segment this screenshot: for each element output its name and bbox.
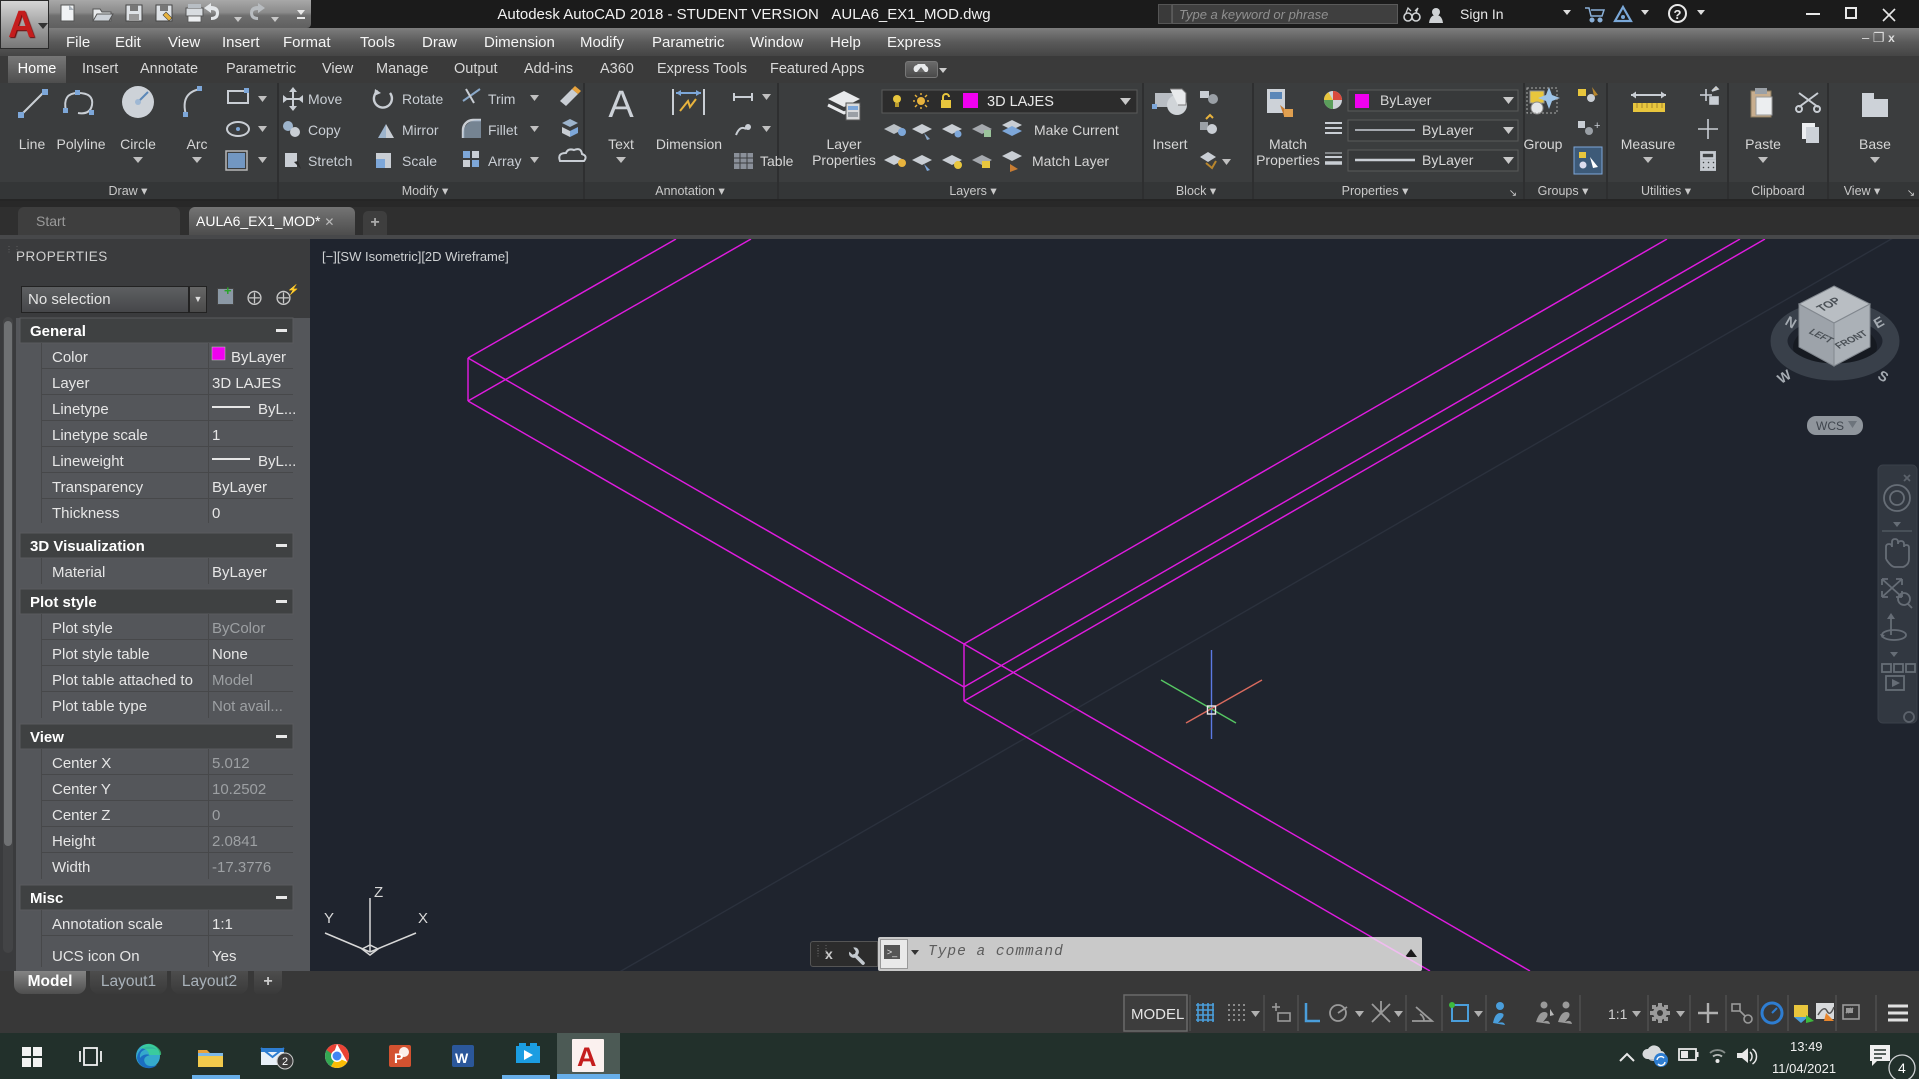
svg-text:Misc: Misc xyxy=(30,890,63,907)
svg-text:Utilities ▾: Utilities ▾ xyxy=(1641,184,1692,198)
svg-text:Match: Match xyxy=(1269,136,1307,152)
svg-text:-17.3776: -17.3776 xyxy=(212,859,271,876)
svg-text:0: 0 xyxy=(212,807,220,824)
svg-text:Yes: Yes xyxy=(212,948,236,965)
svg-text:Stretch: Stretch xyxy=(308,153,352,169)
svg-text:Center Y: Center Y xyxy=(52,781,111,798)
svg-text:Center X: Center X xyxy=(52,755,111,772)
svg-text:Plot style: Plot style xyxy=(30,594,97,611)
svg-text:Array: Array xyxy=(488,153,521,169)
svg-text:Plot style table: Plot style table xyxy=(52,646,150,663)
svg-text:2.0841: 2.0841 xyxy=(212,833,258,850)
svg-text:Match Layer: Match Layer xyxy=(1032,153,1109,169)
svg-text:1:1: 1:1 xyxy=(1608,1006,1628,1022)
svg-text:ByColor: ByColor xyxy=(212,620,265,637)
svg-text:Base: Base xyxy=(1859,136,1891,152)
svg-text:MODEL: MODEL xyxy=(1131,1006,1184,1023)
svg-text:Plot style: Plot style xyxy=(52,620,113,637)
svg-text:View: View xyxy=(30,729,64,746)
svg-text:Move: Move xyxy=(308,91,342,107)
svg-text:P: P xyxy=(394,1050,403,1066)
svg-text:2: 2 xyxy=(282,1056,288,1068)
svg-text:Properties ▾: Properties ▾ xyxy=(1342,184,1409,198)
svg-text:ByLayer: ByLayer xyxy=(1380,92,1432,108)
svg-text:Annotation ▾: Annotation ▾ xyxy=(655,184,725,198)
svg-text:Table: Table xyxy=(760,153,794,169)
svg-text:ByLayer: ByLayer xyxy=(212,564,267,581)
svg-text:Rotate: Rotate xyxy=(402,91,443,107)
svg-text:Material: Material xyxy=(52,564,105,581)
svg-text:Properties: Properties xyxy=(812,152,876,168)
svg-text:+: + xyxy=(1594,120,1600,132)
svg-text:Layers ▾: Layers ▾ xyxy=(949,184,997,198)
svg-text:Annotation scale: Annotation scale xyxy=(52,916,163,933)
svg-text:10.2502: 10.2502 xyxy=(212,781,266,798)
svg-text:3D Visualization: 3D Visualization xyxy=(30,538,145,555)
svg-text:Dimension: Dimension xyxy=(656,136,722,152)
svg-text:ByLayer: ByLayer xyxy=(231,349,286,366)
svg-text:Draw ▾: Draw ▾ xyxy=(109,184,149,198)
svg-text:11/04/2021: 11/04/2021 xyxy=(1772,1061,1836,1076)
svg-text:Modify ▾: Modify ▾ xyxy=(402,184,449,198)
svg-text:ByLayer: ByLayer xyxy=(212,479,267,496)
svg-text:0: 0 xyxy=(212,505,220,522)
svg-text:UCS icon On: UCS icon On xyxy=(52,948,140,965)
svg-text:W: W xyxy=(455,1050,469,1066)
svg-text:A: A xyxy=(577,1042,597,1072)
svg-text:13:49: 13:49 xyxy=(1790,1039,1823,1054)
svg-text:Linetype scale: Linetype scale xyxy=(52,427,148,444)
svg-text:Measure: Measure xyxy=(1621,136,1676,152)
svg-text:↘: ↘ xyxy=(1907,188,1915,199)
svg-text:ByL...: ByL... xyxy=(258,401,296,418)
svg-text:Paste: Paste xyxy=(1745,136,1781,152)
svg-text:Not avail...: Not avail... xyxy=(212,698,283,715)
svg-text:Line: Line xyxy=(19,136,46,152)
svg-text:Fillet: Fillet xyxy=(488,122,518,138)
svg-text:Mirror: Mirror xyxy=(402,122,439,138)
svg-text:Layer: Layer xyxy=(826,136,861,152)
svg-text:3D LAJES: 3D LAJES xyxy=(987,94,1054,110)
svg-text:4: 4 xyxy=(1898,1060,1906,1076)
svg-text:None: None xyxy=(212,646,248,663)
svg-text:Make Current: Make Current xyxy=(1034,122,1119,138)
svg-text:ByLayer: ByLayer xyxy=(1422,152,1474,168)
svg-text:Text: Text xyxy=(608,136,634,152)
svg-text:Plot table attached to: Plot table attached to xyxy=(52,672,193,689)
svg-text:Trim: Trim xyxy=(488,91,515,107)
svg-text:View ▾: View ▾ xyxy=(1844,184,1881,198)
svg-text:Clipboard: Clipboard xyxy=(1751,184,1805,198)
svg-text:Insert: Insert xyxy=(1152,136,1187,152)
svg-text:A: A xyxy=(608,84,634,126)
svg-text:Color: Color xyxy=(52,349,88,366)
svg-text:Copy: Copy xyxy=(308,122,341,138)
svg-text:Center Z: Center Z xyxy=(52,807,110,824)
svg-text:Transparency: Transparency xyxy=(52,479,144,496)
svg-text:Polyline: Polyline xyxy=(56,136,105,152)
svg-text:Groups ▾: Groups ▾ xyxy=(1538,184,1589,198)
svg-text:Model: Model xyxy=(212,672,253,689)
svg-text:5.012: 5.012 xyxy=(212,755,250,772)
svg-text:1:1: 1:1 xyxy=(212,916,233,933)
svg-text:General: General xyxy=(30,323,86,340)
svg-text:ByL...: ByL... xyxy=(258,453,296,470)
svg-text:1: 1 xyxy=(212,427,220,444)
svg-text:Thickness: Thickness xyxy=(52,505,120,522)
svg-text:Scale: Scale xyxy=(402,153,437,169)
svg-text:↘: ↘ xyxy=(1509,188,1517,199)
svg-text:Lineweight: Lineweight xyxy=(52,453,125,470)
svg-text:3D LAJES: 3D LAJES xyxy=(212,375,281,392)
svg-text:Group: Group xyxy=(1524,136,1563,152)
svg-text:Arc: Arc xyxy=(187,136,208,152)
svg-text:Plot table type: Plot table type xyxy=(52,698,147,715)
svg-text:Height: Height xyxy=(52,833,96,850)
svg-text:Properties: Properties xyxy=(1256,152,1320,168)
svg-text:Block ▾: Block ▾ xyxy=(1176,184,1217,198)
svg-text:Layer: Layer xyxy=(52,375,90,392)
svg-text:ByLayer: ByLayer xyxy=(1422,122,1474,138)
svg-text:Width: Width xyxy=(52,859,90,876)
svg-text:Circle: Circle xyxy=(120,136,156,152)
svg-text:Linetype: Linetype xyxy=(52,401,109,418)
